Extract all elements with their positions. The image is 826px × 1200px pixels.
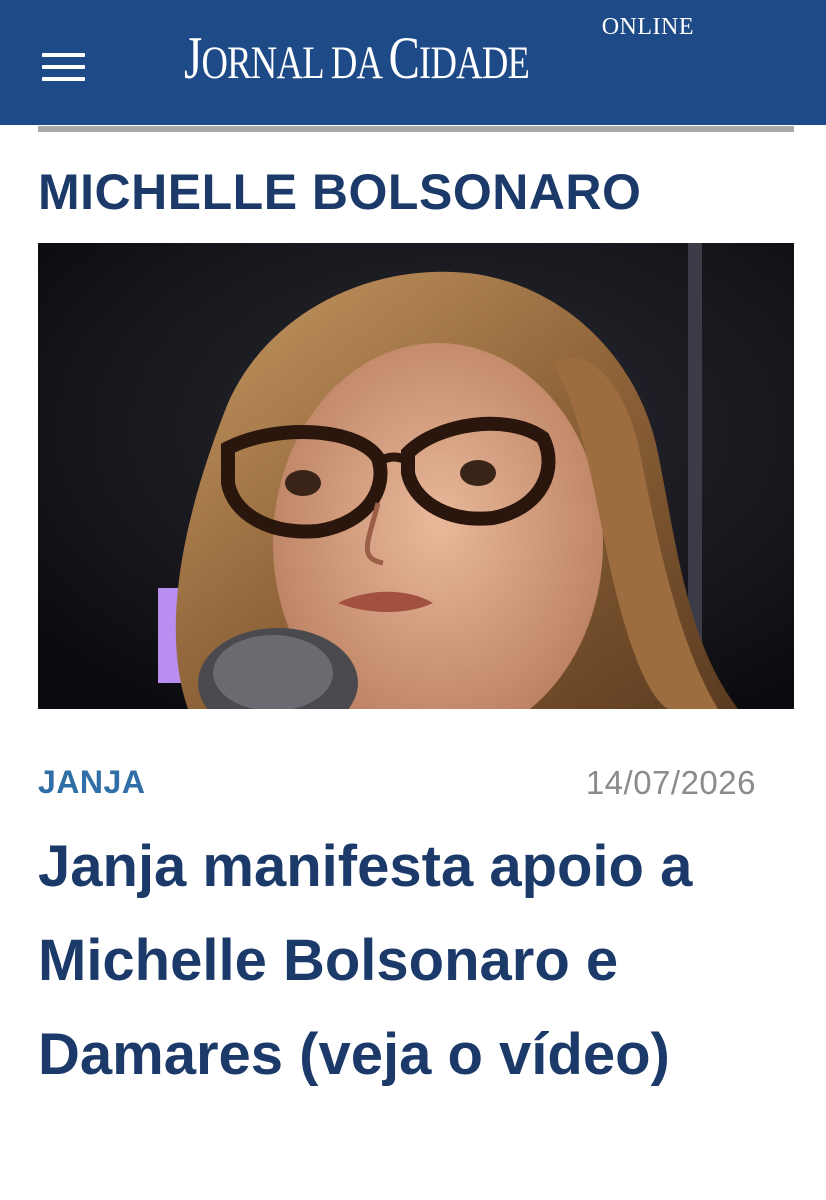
site-logo[interactable]: ONLINE JORNAL DA CIDADE (184, 10, 704, 120)
logo-online-label: ONLINE (601, 14, 694, 40)
menu-bar (42, 77, 85, 81)
article-photo[interactable] (38, 243, 794, 709)
article-category-link[interactable]: JANJA (38, 764, 145, 801)
logo-wordmark: JORNAL DA CIDADE (184, 24, 530, 93)
logo-letter: C (388, 25, 420, 91)
article-headline[interactable]: Janja manifesta apoio a Michelle Bolsona… (38, 820, 808, 1102)
article-photo-image (38, 243, 794, 709)
logo-letters: DA (322, 37, 389, 89)
logo-letter: J (184, 25, 202, 91)
section-title: MICHELLE BOLSONARO (38, 164, 642, 220)
article-date: 14/07/2026 (585, 764, 756, 801)
logo-letters: IDADE (419, 37, 530, 89)
hamburger-menu-icon[interactable] (42, 47, 86, 81)
menu-bar (42, 53, 85, 57)
logo-letters: ORNAL (201, 37, 323, 89)
page: ONLINE JORNAL DA CIDADE MICHELLE BOLSONA… (0, 0, 826, 1200)
header-divider (38, 126, 794, 132)
site-header: ONLINE JORNAL DA CIDADE (0, 0, 826, 125)
menu-bar (42, 65, 85, 69)
